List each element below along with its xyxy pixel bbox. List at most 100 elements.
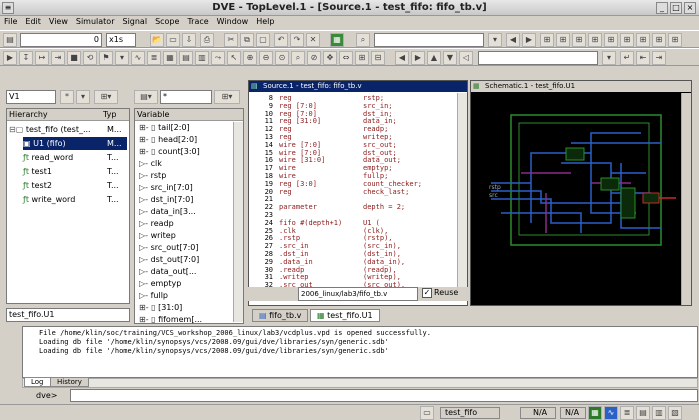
tree-item[interactable]: ƒt write_word T...: [23, 193, 127, 206]
source-line[interactable]: 31 .writep (writep),: [249, 273, 401, 281]
source-line[interactable]: 9 reg [7:0] src_in;: [249, 102, 393, 110]
var-type-icon[interactable]: ▤▾: [134, 90, 158, 104]
command-input[interactable]: [70, 389, 698, 402]
variable-header[interactable]: Variable: [135, 109, 243, 121]
source-line[interactable]: 29 .data_in (data_in),: [249, 258, 406, 266]
status-source-icon[interactable]: ▤: [636, 406, 650, 420]
menu-signal[interactable]: Signal: [118, 16, 151, 27]
trace-icon[interactable]: ⤳: [211, 51, 225, 65]
variable-item[interactable]: ▷- dst_out[7:0]: [139, 254, 231, 266]
bus-icon-2[interactable]: ⊞: [556, 33, 570, 47]
status-icon[interactable]: ▭: [420, 406, 434, 420]
expand-icon[interactable]: ⊞: [355, 51, 369, 65]
tab-test-fifo-u1[interactable]: ▦ test_fifo.U1: [310, 309, 380, 322]
variable-item[interactable]: ▷- fullp: [139, 290, 231, 302]
schematic-scrollbar[interactable]: [681, 93, 691, 305]
menu-trace[interactable]: Trace: [183, 16, 212, 27]
next-edge-icon[interactable]: ⇥: [652, 51, 666, 65]
wave-icon[interactable]: ∿: [131, 51, 145, 65]
menu-scope[interactable]: Scope: [151, 16, 183, 27]
zoom-fit-icon[interactable]: ⊙: [275, 51, 289, 65]
find-next-icon[interactable]: ▶: [522, 33, 536, 47]
folder-icon[interactable]: ▭: [166, 33, 180, 47]
variable-item[interactable]: ▷- rstp: [139, 170, 231, 182]
stop-icon[interactable]: ■: [67, 51, 81, 65]
source-line[interactable]: 11 reg [31:0] data_in;: [249, 117, 397, 125]
variable-item[interactable]: ▷- writep: [139, 230, 231, 242]
menu-view[interactable]: View: [45, 16, 72, 27]
zoom-in-icon[interactable]: ⊕: [243, 51, 257, 65]
source-code[interactable]: 8 reg rstp; 9 reg [7:0] src_in; 10 reg [7:0] dst…: [249, 92, 467, 288]
source-line[interactable]: 18 wire fullp;: [249, 172, 389, 180]
go-icon[interactable]: ↵: [620, 51, 634, 65]
cut-icon[interactable]: ✂: [224, 33, 238, 47]
source-line[interactable]: 17 wire emptyp;: [249, 164, 393, 172]
restart-icon[interactable]: ⟲: [83, 51, 97, 65]
source-line[interactable]: 10 reg [7:0] dst_in;: [249, 110, 393, 118]
source-line[interactable]: 27 .src_in (src_in),: [249, 242, 401, 250]
pan-icon[interactable]: ✥: [323, 51, 337, 65]
var-options-icon[interactable]: ⊞▾: [214, 90, 240, 104]
finish-icon[interactable]: ⇥: [51, 51, 65, 65]
up-icon[interactable]: ▲: [427, 51, 441, 65]
tree-item[interactable]: ƒt read_word T...: [23, 151, 127, 164]
tree-item[interactable]: ƒt test2 T...: [23, 179, 127, 192]
source-line[interactable]: 22 parameter depth = 2;: [249, 203, 406, 211]
variable-item[interactable]: ▷- src_in[7:0]: [139, 182, 231, 194]
open-icon[interactable]: ▤: [3, 33, 17, 47]
zoom-prev-icon[interactable]: ⊘: [307, 51, 321, 65]
bus-icon-9[interactable]: ⊞: [668, 33, 682, 47]
bus-icon-6[interactable]: ⊞: [620, 33, 634, 47]
menu-file[interactable]: File: [0, 16, 21, 27]
signal-input[interactable]: [478, 51, 598, 65]
variable-item[interactable]: ⊞- ▯ head[2:0]: [139, 134, 231, 146]
filter-icon[interactable]: *: [60, 90, 74, 104]
zoom-area-icon[interactable]: ⌕: [291, 51, 305, 65]
bus-icon-7[interactable]: ⊞: [636, 33, 650, 47]
variable-item[interactable]: ▷- readp: [139, 218, 231, 230]
tab-log[interactable]: Log: [24, 377, 51, 387]
close-icon[interactable]: ×: [684, 2, 696, 14]
source-line[interactable]: 8 reg rstp;: [249, 94, 384, 102]
source-line[interactable]: 14 wire [7:0] src_out;: [249, 141, 397, 149]
time-unit-select[interactable]: x1s: [106, 33, 136, 47]
status-hier-icon[interactable]: ▦: [588, 406, 602, 420]
source-line[interactable]: 13 reg writep;: [249, 133, 393, 141]
variable-scrollbar[interactable]: [233, 122, 243, 322]
reuse-checkbox[interactable]: ✓: [422, 288, 432, 298]
menu-help[interactable]: Help: [252, 16, 278, 27]
zoom-out-icon[interactable]: ⊖: [259, 51, 273, 65]
bus-icon-4[interactable]: ⊞: [588, 33, 602, 47]
filter-dropdown-icon[interactable]: ▾: [76, 90, 90, 104]
pointer-icon[interactable]: ↖: [227, 51, 241, 65]
tab-fifo-tb[interactable]: ▤ fifo_tb.v: [252, 309, 309, 322]
undo-icon[interactable]: ↶: [274, 33, 288, 47]
tree-item[interactable]: ⊟▢ test_fifo (test_... M...: [9, 123, 127, 136]
variable-item[interactable]: ▷- data_in[3...: [139, 206, 231, 218]
var-filter-input[interactable]: *: [160, 90, 212, 104]
source-line[interactable]: 20 reg check_last;: [249, 188, 410, 196]
source-line[interactable]: 16 wire [31:0] data_out;: [249, 156, 401, 164]
maximize-icon[interactable]: □: [670, 2, 682, 14]
minimize-icon[interactable]: _: [656, 2, 668, 14]
variable-item[interactable]: ▷- clk: [139, 158, 231, 170]
source-line[interactable]: 15 wire [7:0] dst_out;: [249, 149, 397, 157]
col-type[interactable]: Typ: [103, 109, 116, 120]
source-line[interactable]: 25 .clk (clk),: [249, 227, 389, 235]
tab-history[interactable]: History: [50, 377, 89, 387]
time-input[interactable]: 0: [20, 33, 102, 47]
bus-icon-8[interactable]: ⊞: [652, 33, 666, 47]
dropdown-icon[interactable]: ▾: [115, 51, 129, 65]
find-dropdown-icon[interactable]: ▾: [488, 33, 502, 47]
forward-icon[interactable]: ▶: [411, 51, 425, 65]
schem-view-icon[interactable]: ▦: [163, 51, 177, 65]
schematic-icon[interactable]: ▦: [330, 33, 344, 47]
variable-item[interactable]: ⊞- ▯ count[3:0]: [139, 146, 231, 158]
variable-item[interactable]: ⊞- ▯ tail[2:0]: [139, 122, 231, 134]
back-icon[interactable]: ◀: [395, 51, 409, 65]
source-line[interactable]: 23: [249, 211, 363, 219]
source-line[interactable]: 19 reg [3:0] count_checker;: [249, 180, 422, 188]
prev-edge-icon[interactable]: ⇤: [636, 51, 650, 65]
source-line[interactable]: 24 fifo #(depth+1) U1 (: [249, 219, 380, 227]
bus-icon-5[interactable]: ⊞: [604, 33, 618, 47]
